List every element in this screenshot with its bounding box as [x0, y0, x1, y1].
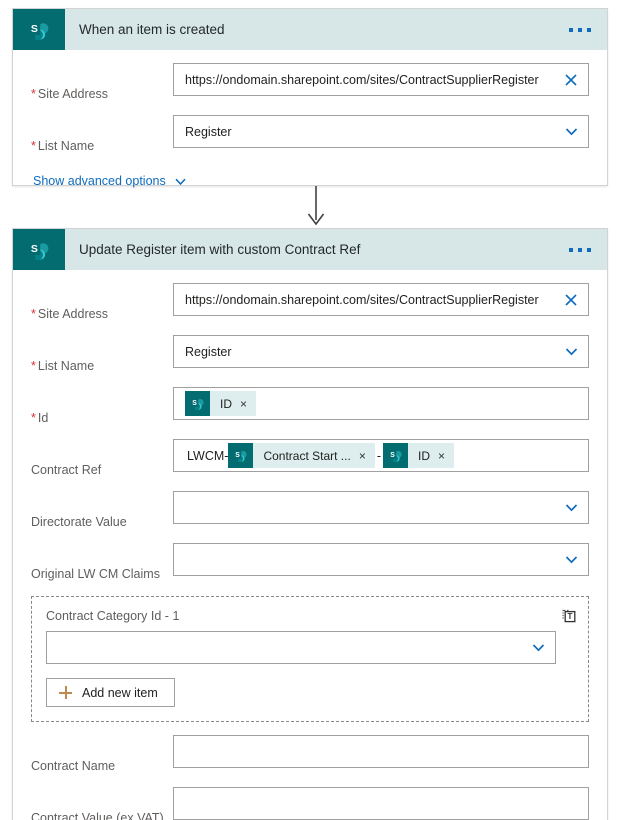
field-label-contract-ref: Contract Ref [31, 463, 102, 477]
dot [569, 27, 573, 32]
action-card-title: Update Register item with custom Contrac… [79, 242, 361, 257]
list-name-dropdown[interactable]: Register [173, 115, 589, 148]
dynamic-content-token[interactable]: S ID × [185, 391, 257, 416]
field-label-site-address: * Site Address [31, 87, 109, 101]
sharepoint-icon: S [228, 443, 254, 468]
field-row-site-address: * Site Address https://ondomain.sharepoin… [13, 63, 607, 102]
list-name-dropdown[interactable]: Register [173, 335, 589, 368]
dot [587, 247, 591, 252]
svg-text:S: S [192, 400, 197, 407]
literal-text: - [376, 448, 381, 463]
contract-value-ex-vat-input[interactable] [173, 787, 589, 820]
chevron-down-icon[interactable] [563, 124, 579, 140]
field-row-contract-name: Contract Name [13, 735, 607, 774]
sharepoint-icon: S [13, 9, 65, 50]
field-label-contract-value-ex-vat: Contract Value (ex VAT) [31, 811, 164, 820]
field-label-directorate-value: Directorate Value [31, 515, 127, 529]
svg-text:S: S [390, 452, 395, 459]
add-new-item-label: Add new item [82, 685, 158, 700]
site-address-input[interactable]: https://ondomain.sharepoint.com/sites/Co… [173, 63, 589, 96]
trigger-card-body: * Site Address https://ondomain.sharepoin… [13, 63, 607, 190]
token-label: Contract Start ... [263, 448, 351, 463]
flow-designer-canvas: S When an item is created * Site Address … [0, 0, 620, 820]
chevron-down-icon[interactable] [563, 344, 579, 360]
remove-token-icon[interactable]: × [438, 449, 454, 463]
action-card-body: * Site Address https://ondomain.sharepoin… [13, 283, 607, 820]
field-row-contract-ref: Contract Ref LWCM- S Contract Start ... … [13, 439, 607, 478]
field-label-site-address: * Site Address [31, 307, 109, 321]
literal-text: LWCM- [187, 448, 229, 463]
field-label-list-name: * List Name [31, 139, 95, 153]
clear-icon[interactable] [563, 72, 579, 88]
contract-name-input[interactable] [173, 735, 589, 768]
sharepoint-icon: S [13, 229, 65, 270]
dot [587, 27, 591, 32]
field-row-list-name: * List Name Register [13, 335, 607, 374]
required-asterisk: * [31, 359, 36, 373]
field-label-original-lw-cm-claims: Original LW CM Claims [31, 567, 160, 581]
contract-category-repeating-section: Contract Category Id - 1 Add new item T [31, 596, 589, 722]
add-new-item-button[interactable]: Add new item [46, 678, 175, 707]
trigger-card-header[interactable]: S When an item is created [13, 9, 607, 50]
dot [569, 247, 573, 252]
dynamic-content-token[interactable]: S Contract Start ... × [228, 443, 375, 468]
chevron-down-icon [174, 175, 187, 188]
dot [578, 27, 582, 32]
token-label: ID [418, 448, 430, 463]
clear-icon[interactable] [563, 292, 579, 308]
site-address-value: https://ondomain.sharepoint.com/sites/Co… [185, 72, 539, 87]
show-advanced-options-label: Show advanced options [33, 174, 166, 188]
svg-text:S: S [236, 452, 241, 459]
show-advanced-options-link[interactable]: Show advanced options [33, 174, 187, 188]
contract-ref-input[interactable]: LWCM- S Contract Start ... × - S ID × [173, 439, 589, 472]
svg-text:S: S [31, 243, 38, 255]
field-row-id: * Id S ID × [13, 387, 607, 426]
directorate-value-dropdown[interactable] [173, 491, 589, 524]
trigger-more-commands-button[interactable] [565, 22, 595, 38]
contract-category-id-dropdown[interactable] [46, 631, 556, 664]
svg-text:S: S [31, 23, 38, 35]
token-label: ID [220, 396, 232, 411]
field-row-contract-value-ex-vat: Contract Value (ex VAT) [13, 787, 607, 820]
required-asterisk: * [31, 307, 36, 321]
required-asterisk: * [31, 411, 36, 425]
field-row-site-address: * Site Address https://ondomain.sharepoin… [13, 283, 607, 322]
sharepoint-icon: S [383, 443, 408, 468]
field-label-list-name: * List Name [31, 359, 95, 373]
chevron-down-icon[interactable] [563, 552, 579, 568]
list-name-value: Register [185, 344, 232, 359]
action-card-header[interactable]: S Update Register item with custom Contr… [13, 229, 607, 270]
field-label-id: * Id [31, 411, 49, 425]
field-label-contract-name: Contract Name [31, 759, 116, 773]
trigger-card-title: When an item is created [79, 22, 225, 37]
action-more-commands-button[interactable] [565, 242, 595, 258]
trigger-card[interactable]: S When an item is created * Site Address … [12, 8, 608, 188]
action-card[interactable]: S Update Register item with custom Contr… [12, 228, 608, 820]
svg-text:T: T [568, 612, 573, 621]
id-input[interactable]: S ID × [173, 387, 589, 420]
list-name-value: Register [185, 124, 232, 139]
dot [578, 247, 582, 252]
original-lw-cm-claims-dropdown[interactable] [173, 543, 589, 576]
field-row-list-name: * List Name Register [13, 115, 607, 154]
plus-icon [59, 686, 72, 699]
required-asterisk: * [31, 87, 36, 101]
repeating-section-title: Contract Category Id - 1 [46, 609, 180, 623]
chevron-down-icon[interactable] [563, 500, 579, 516]
site-address-input[interactable]: https://ondomain.sharepoint.com/sites/Co… [173, 283, 589, 316]
remove-token-icon[interactable]: × [240, 397, 256, 411]
chevron-down-icon[interactable] [530, 640, 546, 656]
arrow-down-icon [304, 186, 328, 228]
field-row-directorate-value: Directorate Value [13, 491, 607, 530]
field-row-original-lw-cm-claims: Original LW CM Claims [13, 543, 607, 582]
sharepoint-icon: S [185, 391, 210, 416]
required-asterisk: * [31, 139, 36, 153]
site-address-value: https://ondomain.sharepoint.com/sites/Co… [185, 292, 539, 307]
dynamic-content-token[interactable]: S ID × [383, 443, 455, 468]
delete-icon[interactable]: T [560, 607, 578, 625]
remove-token-icon[interactable]: × [359, 449, 375, 463]
